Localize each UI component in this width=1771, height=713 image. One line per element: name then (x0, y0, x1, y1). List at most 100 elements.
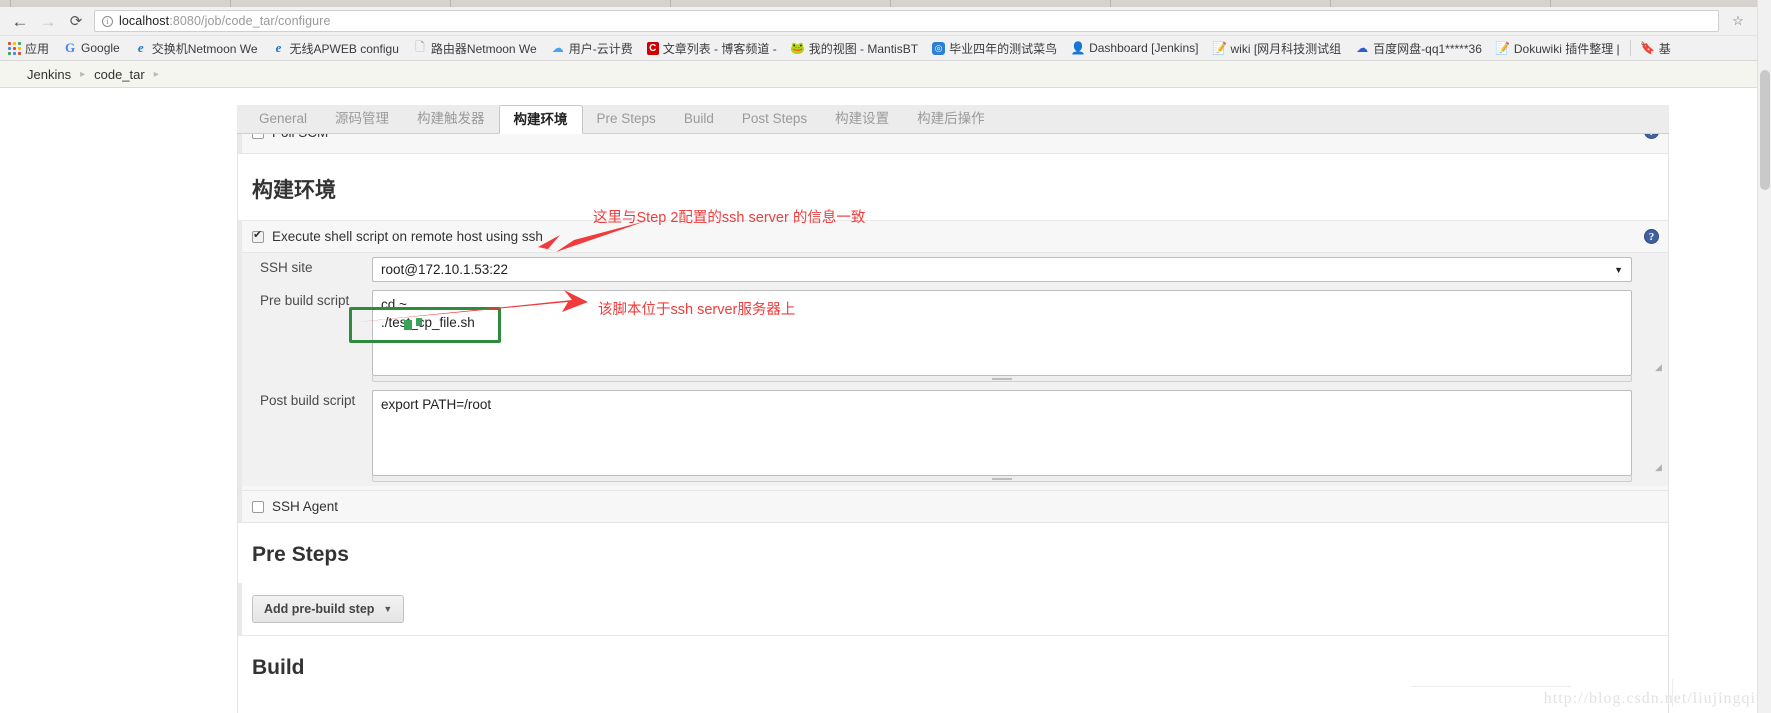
post-build-script-textarea[interactable]: export PATH=/root (372, 390, 1632, 476)
bookmark-jenkins-dashboard[interactable]: 👤 Dashboard [Jenkins] (1064, 37, 1205, 59)
post-build-script-field-wrap: export PATH=/root ◢ ? (372, 386, 1668, 486)
breadcrumb: Jenkins ▸ code_tar ▸ (0, 61, 1771, 88)
bookmark-ap-web-config[interactable]: e 无线APWEB configu (265, 37, 406, 59)
tab-general[interactable]: General (245, 105, 321, 133)
ssh-site-field-wrap: root@172.10.1.53:22 ▼ ? (372, 253, 1668, 286)
wiki-icon: 📝 (1212, 41, 1227, 55)
poll-scm-row: Poll SCM ? (238, 134, 1668, 154)
textarea-drag-bar[interactable] (372, 476, 1632, 482)
bookmark-label: 交换机Netmoon We (151, 41, 258, 56)
build-heading: Build (238, 635, 1668, 680)
ssh-exec-row[interactable]: Execute shell script on remote host usin… (238, 221, 1668, 252)
tab-build[interactable]: Build (670, 105, 728, 133)
pre-steps-block: Add pre-build step ▼ (238, 583, 1668, 635)
breadcrumb-item-jenkins[interactable]: Jenkins (18, 67, 80, 82)
ssh-agent-label: SSH Agent (272, 499, 339, 514)
bookmark-ji[interactable]: 🔖 基 (1634, 37, 1678, 59)
breadcrumb-item-code-tar[interactable]: code_tar (85, 67, 154, 82)
bookmark-label: 我的视图 - MantisBT (808, 41, 919, 56)
tab-post-build-actions[interactable]: 构建后操作 (903, 105, 999, 133)
baidu-icon: ☁ (1356, 41, 1369, 55)
post-build-script-label: Post build script (260, 393, 356, 408)
forward-icon[interactable]: → (34, 7, 62, 35)
avatar-icon: 👤 (1070, 41, 1086, 55)
help-icon[interactable]: ? (1644, 134, 1659, 139)
resize-handle-icon[interactable]: ◢ (1655, 463, 1664, 472)
bookmark-cloud-billing[interactable]: ☁ 用户-云计费 (544, 37, 640, 59)
bookmark-label: 毕业四年的测试菜鸟 (949, 41, 1058, 56)
page-content: General 源码管理 构建触发器 构建环境 Pre Steps Build … (0, 88, 1771, 713)
tab-post-steps[interactable]: Post Steps (728, 105, 821, 133)
pre-steps-heading: Pre Steps (238, 523, 1668, 583)
tab-build-environment[interactable]: 构建环境 (498, 105, 583, 134)
wiki-icon: 📝 (1495, 41, 1511, 55)
bookmark-test-rookie[interactable]: ◎ 毕业四年的测试菜鸟 (925, 37, 1064, 59)
tab-source-management[interactable]: 源码管理 (321, 105, 403, 133)
page-scrollbar[interactable] (1757, 0, 1771, 713)
ssh-agent-checkbox[interactable] (252, 500, 264, 513)
ssh-agent-row[interactable]: SSH Agent (238, 491, 1668, 522)
address-bar[interactable]: i localhost:8080/job/code_tar/configure (94, 10, 1719, 32)
bookmark-label: 百度网盘-qq1*****36 (1373, 41, 1482, 56)
bookmark-label: 用户-云计费 (568, 41, 633, 56)
site-info-icon[interactable]: i (102, 15, 113, 27)
bookmark-label: Google (81, 41, 120, 55)
scrollbar-thumb[interactable] (1760, 70, 1770, 190)
jenkins-page: Jenkins ▸ code_tar ▸ General 源码管理 构建触发器 … (0, 61, 1771, 713)
post-build-script-row: Post build script export PATH=/root ◢ ? (242, 386, 1668, 486)
configure-form: Poll SCM ? 构建环境 Execute shell script on … (237, 134, 1669, 713)
resize-handle-icon[interactable]: ◢ (1655, 363, 1664, 372)
ssh-site-row: SSH site root@172.10.1.53:22 ▼ ? (242, 252, 1668, 286)
bookmark-google[interactable]: G Google (56, 37, 127, 59)
bookmark-switch-netmoon[interactable]: e 交换机Netmoon We (127, 37, 265, 59)
ie-icon: e (137, 40, 144, 55)
indent-bar (238, 134, 242, 153)
poll-scm-label: Poll SCM (272, 134, 328, 140)
url-text: localhost:8080/job/code_tar/configure (119, 14, 331, 28)
ssh-exec-checkbox[interactable] (252, 229, 264, 243)
blue-circle-icon: ◎ (932, 41, 946, 55)
indent-bar (238, 583, 242, 635)
indent-bar (238, 491, 242, 522)
url-host: localhost (119, 14, 170, 28)
breadcrumb-separator-icon: ▸ (153, 68, 159, 80)
ssh-site-value: root@172.10.1.53:22 (381, 262, 509, 277)
poll-scm-checkbox[interactable] (252, 134, 264, 139)
bookmark-mantisbt[interactable]: 🐸 我的视图 - MantisBT (784, 37, 925, 59)
back-icon[interactable]: ← (6, 7, 34, 35)
textarea-drag-bar[interactable] (372, 376, 1632, 382)
star-icon[interactable]: ☆ (1727, 10, 1749, 32)
bookmark-label: 应用 (25, 41, 50, 56)
bookmark-csdn-articles[interactable]: C 文章列表 - 博客频道 - (640, 37, 784, 59)
watermark: http://blog.csdn.net/liujingqiu (1543, 690, 1765, 707)
bookmark-label: Dokuwiki 插件整理 | (1513, 41, 1620, 56)
bookmark-dokuwiki-plugins[interactable]: 📝 Dokuwiki 插件整理 | (1489, 37, 1627, 59)
bookmark-label: 无线APWEB configu (289, 41, 399, 56)
bookmark-router-netmoon[interactable]: 🗋 路由器Netmoon We (406, 37, 544, 59)
reload-icon[interactable]: ⟳ (62, 7, 90, 35)
bookmark-apps[interactable]: 应用 (0, 37, 56, 59)
ssh-site-label: SSH site (260, 260, 313, 275)
cloud-icon: ☁ (551, 41, 564, 55)
config-tab-bar: General 源码管理 构建触发器 构建环境 Pre Steps Build … (237, 105, 1669, 134)
add-pre-build-step-button[interactable]: Add pre-build step ▼ (252, 595, 405, 623)
help-icon[interactable]: ? (1644, 229, 1659, 244)
tab-build-settings[interactable]: 构建设置 (821, 105, 903, 133)
bookmark-divider (1629, 40, 1631, 56)
tab-build-triggers[interactable]: 构建触发器 (403, 105, 499, 133)
browser-tab-strip (0, 0, 1771, 7)
ie-icon: e (275, 40, 282, 55)
tab-pre-steps[interactable]: Pre Steps (583, 105, 670, 133)
bookmark-baidu-pan[interactable]: ☁ 百度网盘-qq1*****36 (1348, 37, 1489, 59)
bookmark-wiki-netmoon[interactable]: 📝 wiki [网月科技测试组 (1205, 37, 1348, 59)
document-icon: 🗋 (415, 39, 425, 54)
bookmark-label: wiki [网月科技测试组 (1230, 41, 1342, 56)
watermark-rule (1411, 686, 1571, 687)
ssh-site-select[interactable]: root@172.10.1.53:22 ▼ (372, 257, 1632, 282)
build-environment-heading: 构建环境 (238, 154, 1668, 221)
ssh-exec-block: Execute shell script on remote host usin… (238, 221, 1668, 491)
bookmark-label: 基 (1658, 41, 1671, 56)
google-icon: G (64, 40, 76, 55)
red-icon: 🔖 (1640, 41, 1656, 55)
csdn-icon: C (646, 41, 659, 55)
